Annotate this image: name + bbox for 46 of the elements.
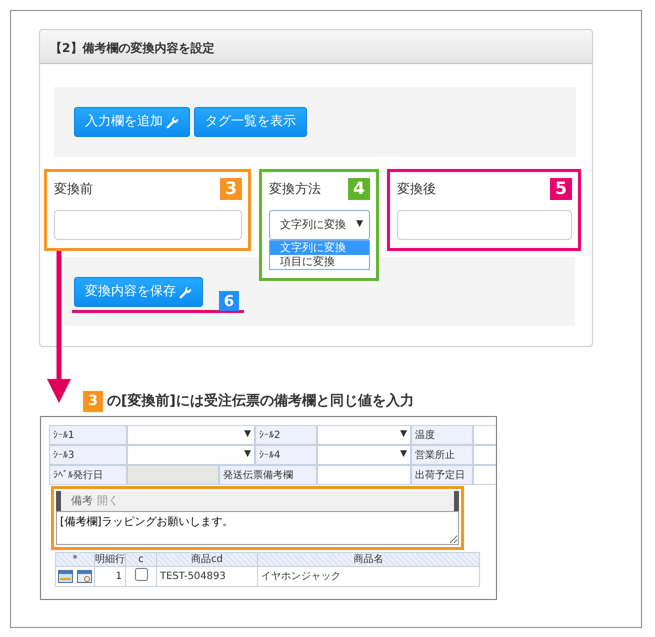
text-field[interactable]: [397, 210, 572, 240]
input-field[interactable]: [317, 465, 411, 485]
column-header: *: [56, 552, 94, 566]
caption: の[変換前]には受注伝票の備考欄と同じ値を入力: [107, 392, 414, 411]
form-label: ｼｰﾙ3: [49, 445, 127, 465]
dropdown[interactable]: 文字列に変換 ▼: [269, 210, 370, 240]
field-label: 変換方法: [269, 181, 321, 199]
column-header: 明細行: [94, 552, 126, 566]
form-label: ｼｰﾙ1: [49, 425, 127, 445]
form-label: 温度: [411, 425, 473, 445]
panel-title: 【2】備考欄の変換内容を設定: [40, 30, 592, 64]
dropdown-option[interactable]: 項目に変換: [270, 255, 369, 269]
input-field[interactable]: [473, 465, 496, 485]
form-label: ｼｰﾙ4: [255, 445, 317, 465]
checkbox[interactable]: [134, 568, 148, 581]
select-field[interactable]: ▼: [317, 425, 411, 445]
remarks-title: 備考: [71, 492, 93, 509]
readonly-field[interactable]: [127, 465, 219, 485]
step-badge: 3: [83, 391, 103, 412]
step-badge: 4: [348, 178, 370, 200]
select-field[interactable]: ▼: [127, 425, 255, 445]
step-badge: 3: [220, 178, 242, 200]
table-cell: イヤホンジャック: [258, 566, 480, 586]
step-badge: 5: [550, 178, 572, 200]
column-header: c: [126, 552, 156, 566]
field-label: 変換後: [397, 181, 436, 199]
input-field[interactable]: [473, 445, 496, 465]
input-field[interactable]: [473, 425, 496, 445]
form-label: 発送伝票備考欄: [219, 465, 317, 485]
column-header: 商品cd: [156, 552, 258, 566]
window-icon[interactable]: [58, 570, 73, 583]
select-field[interactable]: ▼: [127, 445, 255, 465]
caret-icon: ▼: [356, 218, 363, 232]
form-label: 出荷予定日: [411, 465, 473, 485]
column-header: 商品名: [258, 552, 480, 566]
form-label: 営業所止: [411, 445, 473, 465]
remarks-field[interactable]: [備考欄]ラッピングお願いします。: [56, 511, 459, 545]
field-label: 変換前: [54, 181, 93, 199]
text-field[interactable]: [54, 210, 242, 240]
form-label: ｼｰﾙ2: [255, 425, 317, 445]
search-window-icon[interactable]: [77, 570, 92, 583]
table-cell: TEST-504893: [156, 566, 258, 586]
select-field[interactable]: ▼: [317, 445, 411, 465]
step-badge: 6: [219, 291, 239, 311]
form-label: ﾗﾍﾞﾙ発行日: [49, 465, 127, 485]
table-cell: 1: [94, 566, 126, 586]
